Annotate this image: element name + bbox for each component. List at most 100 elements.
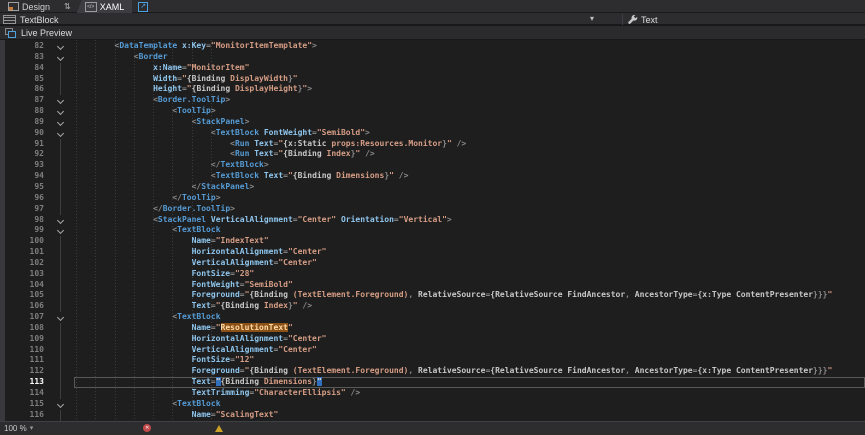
line-number: 90 (0, 128, 46, 139)
member-dropdown[interactable]: Text (623, 13, 658, 26)
code-line[interactable]: 99 <TextBlock (0, 225, 865, 236)
fold-guide (46, 258, 76, 269)
code-line[interactable]: 85 Width="{Binding DisplayWidth}" (0, 74, 865, 85)
code-line[interactable]: 113 Text="{Binding Dimensions}" (0, 377, 865, 388)
code-line[interactable]: 89 <StackPanel> (0, 117, 865, 128)
line-number: 98 (0, 215, 46, 226)
line-number: 96 (0, 193, 46, 204)
fold-chevron-icon[interactable] (46, 399, 76, 410)
error-indicator-icon[interactable]: ✕ (143, 424, 151, 432)
fold-chevron-icon[interactable] (46, 117, 76, 128)
code-line[interactable]: 110 VerticalAlignment="Center" (0, 345, 865, 356)
wrench-icon (627, 14, 638, 25)
editor-split-tabbar: Design ⇅ </> XAML ↗ (0, 0, 865, 13)
code-line[interactable]: 96 </ToolTip> (0, 193, 865, 204)
line-number: 102 (0, 258, 46, 269)
fold-chevron-icon[interactable] (46, 41, 76, 52)
live-preview-bar[interactable]: Live Preview (0, 26, 865, 40)
code-line[interactable]: 104 FontWeight="SemiBold" (0, 280, 865, 291)
code-line[interactable]: 97 </Border.ToolTip> (0, 204, 865, 215)
fold-chevron-icon[interactable] (46, 95, 76, 106)
fold-guide (46, 84, 76, 95)
code-line[interactable]: 92 <Run Text="{Binding Index}" /> (0, 149, 865, 160)
fold-chevron-icon[interactable] (46, 312, 76, 323)
code-text: HorizontalAlignment="Center" (76, 247, 865, 258)
zoom-control[interactable]: 100 % ▾ (4, 424, 33, 433)
zoom-caret-icon: ▾ (30, 424, 34, 432)
code-editor[interactable]: 82 <DataTemplate x:Key="MonitorItemTempl… (0, 40, 865, 421)
code-line[interactable]: 100 Name="IndexText" (0, 236, 865, 247)
fold-guide (46, 355, 76, 366)
code-line[interactable]: 98 <StackPanel VerticalAlignment="Center… (0, 215, 865, 226)
code-text: Name="ResolutionText" (76, 323, 865, 334)
fold-chevron-icon[interactable] (46, 128, 76, 139)
code-text: VerticalAlignment="Center" (76, 345, 865, 356)
code-line[interactable]: 94 <TextBlock Text="{Binding Dimensions}… (0, 171, 865, 182)
member-dropdown-value: Text (641, 15, 658, 25)
code-line[interactable]: 103 FontSize="28" (0, 269, 865, 280)
code-line[interactable]: 111 FontSize="12" (0, 355, 865, 366)
xaml-tab-icon: </> (85, 2, 97, 12)
popout-window-icon[interactable]: ↗ (138, 2, 148, 12)
code-text: FontSize="28" (76, 269, 865, 280)
fold-guide (46, 160, 76, 171)
code-text: <StackPanel> (76, 117, 865, 128)
code-text: x:Name="MonitorItem" (76, 63, 865, 74)
code-line[interactable]: 106 Text="{Binding Index}" /> (0, 301, 865, 312)
code-text: </StackPanel> (76, 182, 865, 193)
code-text: <TextBlock Text="{Binding Dimensions}" /… (76, 171, 865, 182)
editor-status-strip: 100 % ▾ ✕ (0, 421, 865, 435)
fold-chevron-icon[interactable] (46, 225, 76, 236)
tab-design[interactable]: Design (0, 0, 58, 13)
code-line[interactable]: 109 HorizontalAlignment="Center" (0, 334, 865, 345)
line-number: 116 (0, 410, 46, 421)
code-line[interactable]: 86 Height="{Binding DisplayHeight}"> (0, 84, 865, 95)
code-text: FontSize="12" (76, 355, 865, 366)
swap-panes-icon[interactable]: ⇅ (58, 0, 77, 13)
code-line[interactable]: 114 TextTrimming="CharacterEllipsis" /> (0, 388, 865, 399)
fold-guide (46, 334, 76, 345)
line-number: 111 (0, 355, 46, 366)
code-text: Height="{Binding DisplayHeight}"> (76, 84, 865, 95)
code-line[interactable]: 91 <Run Text="{x:Static props:Resources.… (0, 139, 865, 150)
xaml-tab-label: XAML (100, 2, 125, 12)
code-line[interactable]: 83 <Border (0, 52, 865, 63)
warning-indicator-icon[interactable] (215, 425, 223, 432)
code-line[interactable]: 107 <TextBlock (0, 312, 865, 323)
line-number: 94 (0, 171, 46, 182)
code-line[interactable]: 115 <TextBlock (0, 399, 865, 410)
code-line[interactable]: 105 Foreground="{Binding (TextElement.Fo… (0, 290, 865, 301)
tab-xaml[interactable]: </> XAML (77, 0, 133, 13)
fold-guide (46, 280, 76, 291)
code-line[interactable]: 108 Name="ResolutionText" (0, 323, 865, 334)
fold-guide (46, 139, 76, 150)
code-line[interactable]: 88 <ToolTip> (0, 106, 865, 117)
design-tab-label: Design (22, 2, 50, 12)
fold-chevron-icon[interactable] (46, 106, 76, 117)
code-line[interactable]: 112 Foreground="{Binding (TextElement.Fo… (0, 366, 865, 377)
code-text: <StackPanel VerticalAlignment="Center" O… (76, 215, 865, 226)
code-line[interactable]: 84 x:Name="MonitorItem" (0, 63, 865, 74)
line-number: 113 (0, 377, 46, 388)
fold-chevron-icon[interactable] (46, 215, 76, 226)
fold-guide (46, 410, 76, 421)
code-line[interactable]: 93 </TextBlock> (0, 160, 865, 171)
code-line[interactable]: 102 VerticalAlignment="Center" (0, 258, 865, 269)
fold-chevron-icon[interactable] (46, 52, 76, 63)
line-number: 106 (0, 301, 46, 312)
element-dropdown-value: TextBlock (20, 15, 59, 25)
line-number: 84 (0, 63, 46, 74)
fold-guide (46, 63, 76, 74)
line-number: 108 (0, 323, 46, 334)
element-dropdown[interactable]: TextBlock ▾ (0, 13, 622, 26)
code-line[interactable]: 95 </StackPanel> (0, 182, 865, 193)
code-text: <TextBlock FontWeight="SemiBold"> (76, 128, 865, 139)
code-line[interactable]: 87 <Border.ToolTip> (0, 95, 865, 106)
code-line[interactable]: 90 <TextBlock FontWeight="SemiBold"> (0, 128, 865, 139)
code-line[interactable]: 116 Name="ScalingText" (0, 410, 865, 421)
code-line[interactable]: 101 HorizontalAlignment="Center" (0, 247, 865, 258)
code-text: </TextBlock> (76, 160, 865, 171)
code-text: <Run Text="{x:Static props:Resources.Mon… (76, 139, 865, 150)
line-number: 91 (0, 139, 46, 150)
code-line[interactable]: 82 <DataTemplate x:Key="MonitorItemTempl… (0, 41, 865, 52)
